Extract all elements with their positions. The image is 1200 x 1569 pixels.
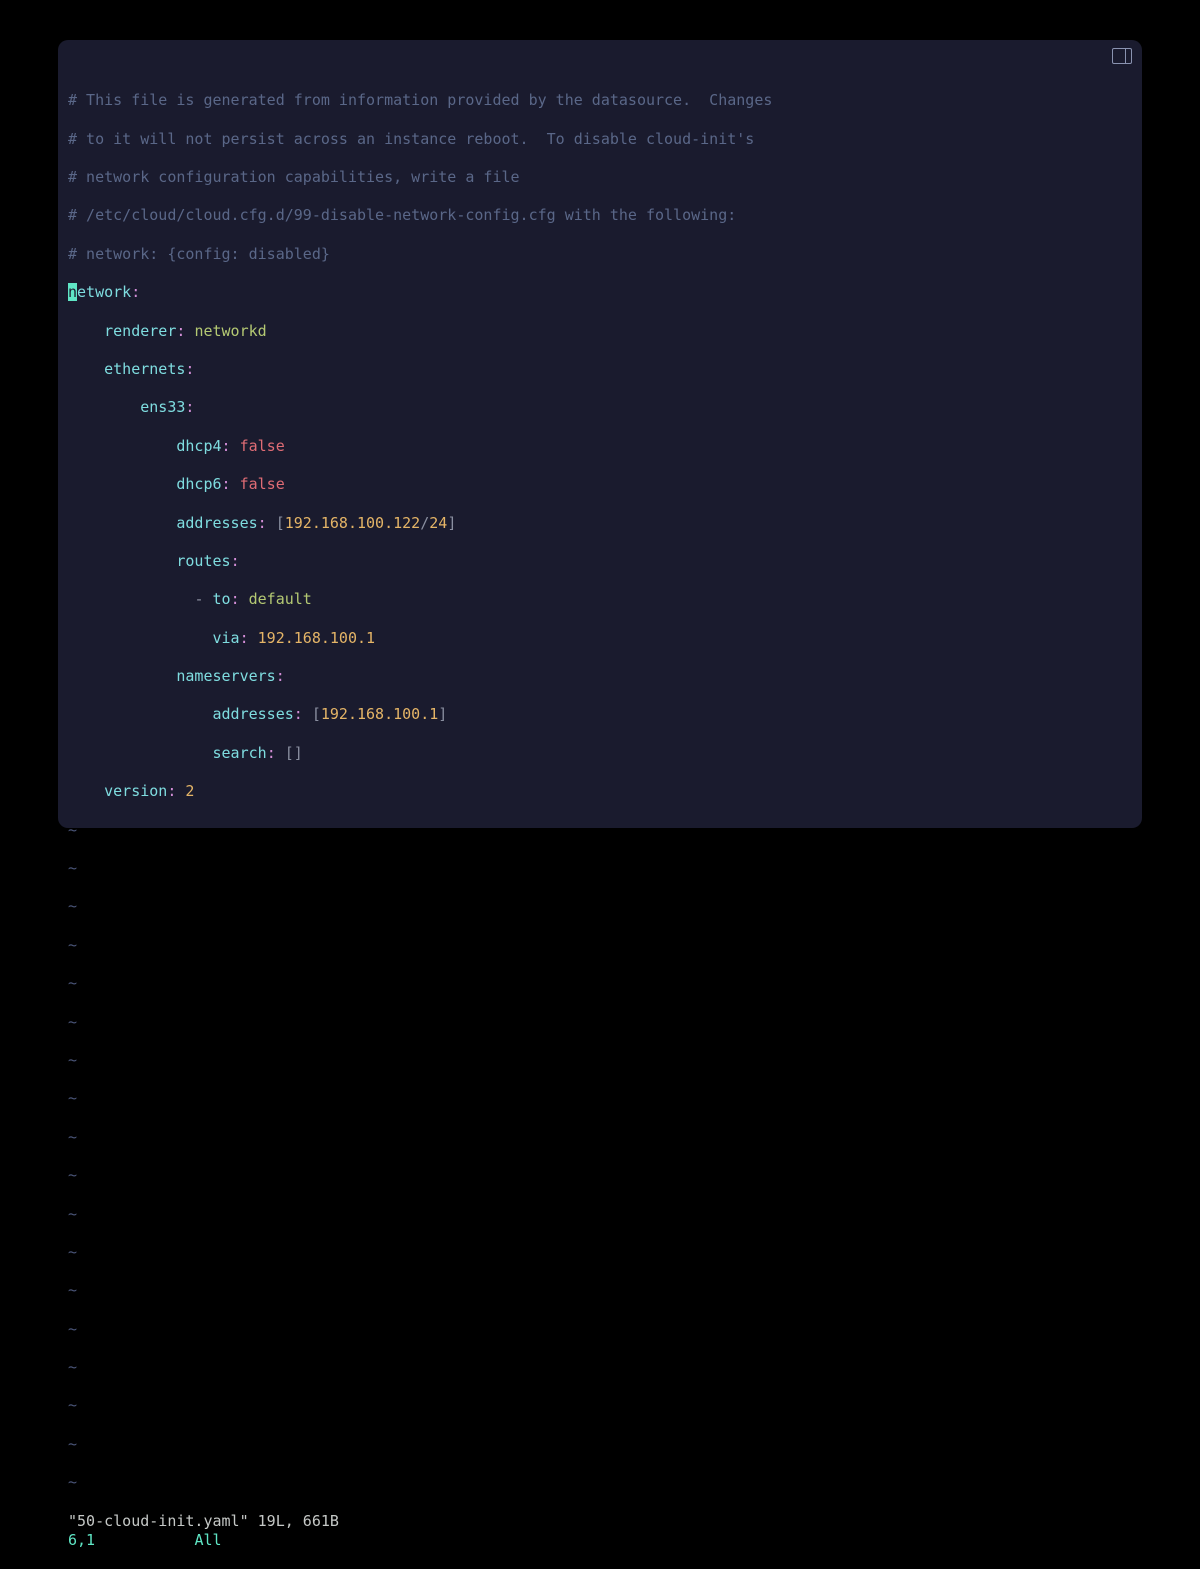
yaml-key-renderer: renderer xyxy=(104,322,176,340)
yaml-key-route-to: to xyxy=(213,590,231,608)
comment-line: # network: {config: disabled} xyxy=(68,245,330,263)
yaml-key-dhcp6: dhcp6 xyxy=(176,475,221,493)
yaml-key-ns-addresses: addresses xyxy=(213,705,294,723)
yaml-key-version: version xyxy=(104,782,167,800)
yaml-key-routes: routes xyxy=(176,552,230,570)
yaml-value-dhcp4: false xyxy=(240,437,285,455)
comment-line: # This file is generated from informatio… xyxy=(68,91,772,109)
comment-line: # to it will not persist across an insta… xyxy=(68,130,754,148)
empty-line-tilde: ~ xyxy=(68,1358,77,1376)
empty-line-tilde: ~ xyxy=(68,1051,77,1069)
empty-line-tilde: ~ xyxy=(68,859,77,877)
empty-line-tilde: ~ xyxy=(68,1473,77,1491)
empty-line-tilde: ~ xyxy=(68,1205,77,1223)
yaml-value-renderer: networkd xyxy=(194,322,266,340)
status-file-info: "50-cloud-init.yaml" 19L, 661B xyxy=(68,1512,339,1530)
yaml-value-version: 2 xyxy=(185,782,194,800)
yaml-key-dhcp4: dhcp4 xyxy=(176,437,221,455)
yaml-key-search: search xyxy=(213,744,267,762)
colon: : xyxy=(131,283,140,301)
empty-line-tilde: ~ xyxy=(68,1013,77,1031)
yaml-value-dhcp6: false xyxy=(240,475,285,493)
vim-editor[interactable]: # This file is generated from informatio… xyxy=(68,50,1132,1569)
yaml-address-prefix: 24 xyxy=(429,514,447,532)
empty-line-tilde: ~ xyxy=(68,936,77,954)
panel-right-icon xyxy=(1112,48,1132,64)
yaml-value-search: [] xyxy=(285,744,303,762)
yaml-value-ns-address: 192.168.100.1 xyxy=(321,705,438,723)
yaml-list-dash: - xyxy=(194,590,212,608)
yaml-key-route-via: via xyxy=(213,629,240,647)
yaml-key-network: etwork xyxy=(77,283,131,301)
status-scroll-indicator: All xyxy=(194,1531,221,1550)
yaml-address-ip: 192.168.100.122 xyxy=(285,514,420,532)
yaml-value-route-to: default xyxy=(249,590,312,608)
empty-line-tilde: ~ xyxy=(68,1128,77,1146)
vim-status-line: "50-cloud-init.yaml" 19L, 661B6,1 All xyxy=(68,1512,1132,1531)
yaml-key-addresses: addresses xyxy=(176,514,257,532)
terminal-window[interactable]: # This file is generated from informatio… xyxy=(58,40,1142,828)
cursor: n xyxy=(68,283,77,301)
empty-line-tilde: ~ xyxy=(68,897,77,915)
empty-line-tilde: ~ xyxy=(68,1320,77,1338)
yaml-key-ethernets: ethernets xyxy=(104,360,185,378)
comment-line: # /etc/cloud/cloud.cfg.d/99-disable-netw… xyxy=(68,206,736,224)
empty-line-tilde: ~ xyxy=(68,1243,77,1261)
yaml-value-route-via: 192.168.100.1 xyxy=(258,629,375,647)
empty-line-tilde: ~ xyxy=(68,1089,77,1107)
comment-line: # network configuration capabilities, wr… xyxy=(68,168,520,186)
status-cursor-position: 6,1 xyxy=(68,1531,95,1550)
empty-line-tilde: ~ xyxy=(68,821,77,839)
empty-line-tilde: ~ xyxy=(68,1281,77,1299)
yaml-key-nameservers: nameservers xyxy=(176,667,275,685)
empty-line-tilde: ~ xyxy=(68,1435,77,1453)
empty-line-tilde: ~ xyxy=(68,1396,77,1414)
empty-line-tilde: ~ xyxy=(68,974,77,992)
yaml-key-iface: ens33 xyxy=(140,398,185,416)
empty-line-tilde: ~ xyxy=(68,1166,77,1184)
